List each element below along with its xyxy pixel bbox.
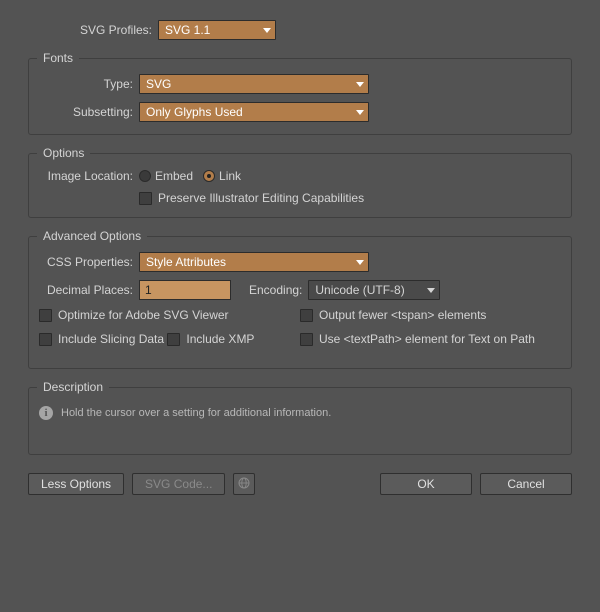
svg-profiles-value: SVG 1.1 <box>165 23 255 37</box>
advanced-options-title: Advanced Options <box>37 229 147 243</box>
css-properties-select[interactable]: Style Attributes <box>139 252 369 272</box>
font-type-label: Type: <box>39 77 139 91</box>
preserve-ai-label: Preserve Illustrator Editing Capabilitie… <box>158 191 364 205</box>
output-fewer-tspan-checkbox[interactable] <box>300 309 313 322</box>
description-group: Description i Hold the cursor over a set… <box>28 387 572 455</box>
svg-profiles-label: SVG Profiles: <box>28 23 158 37</box>
optimize-svg-viewer-checkbox[interactable] <box>39 309 52 322</box>
font-type-value: SVG <box>146 77 348 91</box>
output-fewer-tspan-label: Output fewer <tspan> elements <box>319 308 486 322</box>
include-slicing-label: Include Slicing Data <box>58 332 164 346</box>
link-radio[interactable]: Link <box>203 169 241 183</box>
fonts-group-title: Fonts <box>37 51 79 65</box>
advanced-options-group: Advanced Options CSS Properties: Style A… <box>28 236 572 369</box>
preserve-ai-checkbox[interactable] <box>139 192 152 205</box>
ok-button[interactable]: OK <box>380 473 472 495</box>
less-options-button[interactable]: Less Options <box>28 473 124 495</box>
decimal-places-label: Decimal Places: <box>39 283 139 297</box>
include-slicing-checkbox[interactable] <box>39 333 52 346</box>
chevron-down-icon <box>356 82 364 87</box>
optimize-svg-viewer-label: Optimize for Adobe SVG Viewer <box>58 308 229 322</box>
decimal-places-input[interactable] <box>139 280 231 300</box>
info-icon: i <box>39 406 53 420</box>
encoding-label: Encoding: <box>249 283 302 297</box>
chevron-down-icon <box>356 110 364 115</box>
encoding-value: Unicode (UTF-8) <box>315 283 419 297</box>
embed-radio[interactable]: Embed <box>139 169 193 183</box>
image-location-label: Image Location: <box>39 169 139 183</box>
font-type-select[interactable]: SVG <box>139 74 369 94</box>
include-xmp-checkbox[interactable] <box>167 333 180 346</box>
css-properties-value: Style Attributes <box>146 255 348 269</box>
web-preview-button[interactable] <box>233 473 255 495</box>
include-xmp-label: Include XMP <box>186 332 254 346</box>
font-subsetting-value: Only Glyphs Used <box>146 105 348 119</box>
font-subsetting-label: Subsetting: <box>39 105 139 119</box>
svg-code-button[interactable]: SVG Code... <box>132 473 225 495</box>
chevron-down-icon <box>427 288 435 293</box>
link-radio-label: Link <box>219 169 241 183</box>
button-row: Less Options SVG Code... OK Cancel <box>28 473 572 495</box>
css-properties-label: CSS Properties: <box>39 255 139 269</box>
svg-profiles-row: SVG Profiles: SVG 1.1 <box>28 20 572 40</box>
encoding-select[interactable]: Unicode (UTF-8) <box>308 280 440 300</box>
embed-radio-label: Embed <box>155 169 193 183</box>
globe-icon <box>238 477 250 492</box>
cancel-button[interactable]: Cancel <box>480 473 572 495</box>
svg-profiles-select[interactable]: SVG 1.1 <box>158 20 276 40</box>
description-title: Description <box>37 380 109 394</box>
fonts-group: Fonts Type: SVG Subsetting: Only Glyphs … <box>28 58 572 135</box>
options-group-title: Options <box>37 146 90 160</box>
chevron-down-icon <box>263 28 271 33</box>
chevron-down-icon <box>356 260 364 265</box>
font-subsetting-select[interactable]: Only Glyphs Used <box>139 102 369 122</box>
use-textpath-checkbox[interactable] <box>300 333 313 346</box>
description-text: Hold the cursor over a setting for addit… <box>61 407 331 419</box>
options-group: Options Image Location: Embed Link Prese… <box>28 153 572 218</box>
use-textpath-label: Use <textPath> element for Text on Path <box>319 332 535 346</box>
